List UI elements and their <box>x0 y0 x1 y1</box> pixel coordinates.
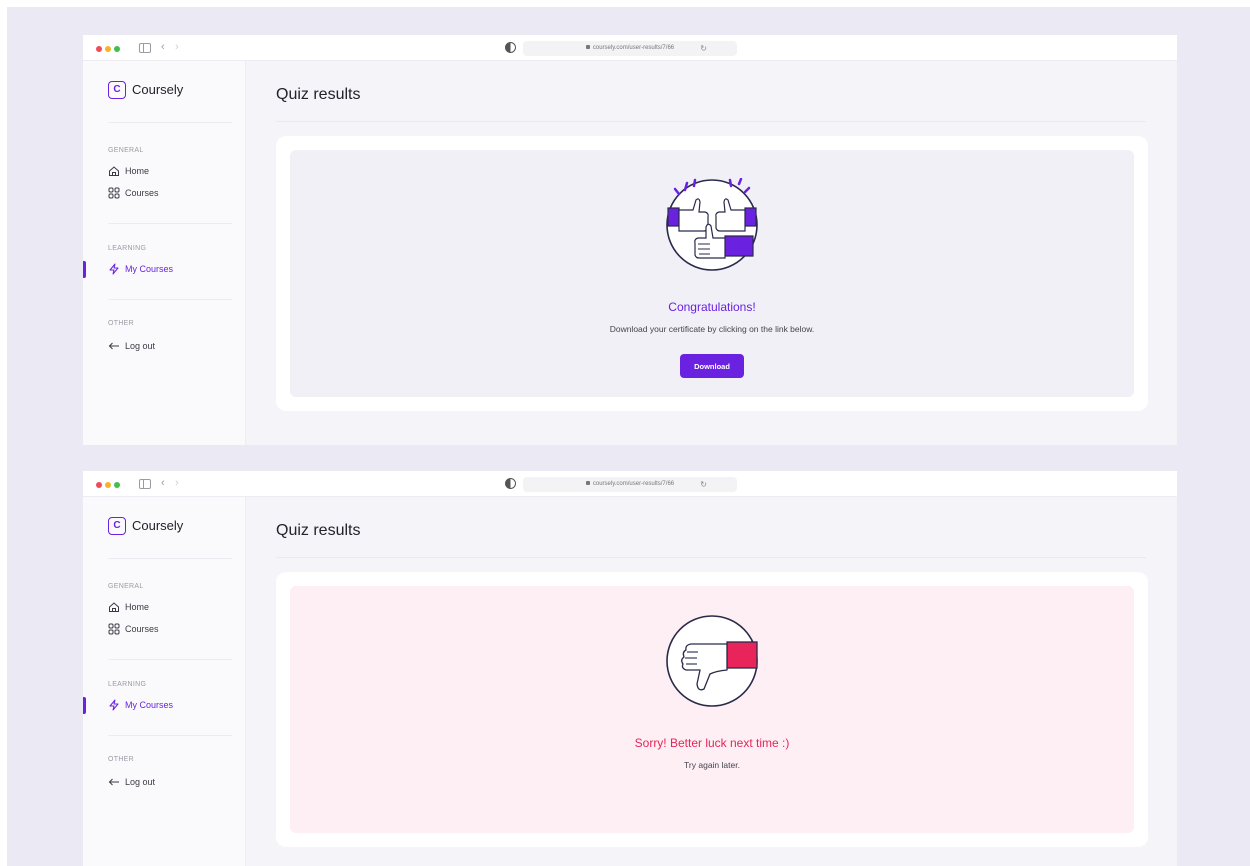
divider <box>276 121 1146 122</box>
url-text: coursely.com/user-results/7/66 <box>592 481 675 487</box>
main-content: Quiz results Sorry! Better luck next tim… <box>246 497 1177 866</box>
close-window-button[interactable] <box>96 46 102 52</box>
fail-heading: Sorry! Better luck next time :) <box>634 736 790 750</box>
section-label-learning: LEARNING <box>108 681 147 688</box>
logo-mark: C <box>108 516 126 535</box>
browser-window-fail: ‹ › coursely.com/user-results/7/66 ↻ C C… <box>83 471 1177 866</box>
divider <box>108 223 232 224</box>
sidebar-item-label: Courses <box>125 188 159 198</box>
arrow-left-icon <box>108 778 119 786</box>
sidebar-item-my-courses[interactable]: My Courses <box>108 699 173 711</box>
browser-window-success: ‹ › coursely.com/user-results/7/66 ↻ C C… <box>83 35 1177 445</box>
logo-text: Coursely <box>132 518 184 533</box>
sidebar-item-label: Home <box>125 602 150 612</box>
address-bar[interactable]: coursely.com/user-results/7/66 ↻ <box>523 477 737 492</box>
section-label-learning: LEARNING <box>108 245 147 252</box>
reload-icon[interactable]: ↻ <box>700 477 707 492</box>
result-card: Congratulations! Download your certifica… <box>276 136 1148 411</box>
divider <box>276 557 1146 558</box>
minimize-window-button[interactable] <box>105 46 111 52</box>
sidebar-item-label: Courses <box>125 624 159 634</box>
forward-arrow-icon[interactable]: › <box>175 40 179 54</box>
address-bar[interactable]: coursely.com/user-results/7/66 ↻ <box>523 41 737 56</box>
sidebar-toggle-icon[interactable] <box>139 43 151 53</box>
divider <box>108 558 232 559</box>
privacy-shield-icon[interactable] <box>505 478 516 489</box>
arrow-left-icon <box>108 342 119 350</box>
sidebar-item-my-courses[interactable]: My Courses <box>108 263 173 275</box>
divider <box>108 299 232 300</box>
download-button[interactable]: Download <box>680 354 744 378</box>
url-text: coursely.com/user-results/7/66 <box>592 45 675 51</box>
back-arrow-icon[interactable]: ‹ <box>161 40 165 54</box>
section-label-other: OTHER <box>108 756 134 763</box>
browser-toolbar: ‹ › coursely.com/user-results/7/66 ↻ <box>83 35 1177 61</box>
lightning-icon <box>109 699 119 711</box>
grid-icon <box>108 623 120 635</box>
logo-mark: C <box>108 80 126 99</box>
active-indicator <box>83 697 86 714</box>
page-title: Quiz results <box>276 522 361 539</box>
home-icon <box>109 602 119 612</box>
logo[interactable]: C Coursely <box>108 516 183 535</box>
sidebar-item-label: Home <box>125 166 150 176</box>
page-title: Quiz results <box>276 86 361 103</box>
sidebar-item-logout[interactable]: Log out <box>108 776 155 788</box>
sidebar: C Coursely GENERAL Home Courses LEARNING… <box>83 497 246 866</box>
sidebar: C Coursely GENERAL Home Courses LEARNING… <box>83 61 246 445</box>
lightning-icon <box>109 263 119 275</box>
divider <box>108 122 232 123</box>
sidebar-toggle-icon[interactable] <box>139 479 151 489</box>
sidebar-item-courses[interactable]: Courses <box>108 623 159 635</box>
back-arrow-icon[interactable]: ‹ <box>161 476 165 490</box>
logo[interactable]: C Coursely <box>108 80 183 99</box>
sidebar-item-label: Log out <box>125 777 156 787</box>
privacy-shield-icon[interactable] <box>505 42 516 53</box>
close-window-button[interactable] <box>96 482 102 488</box>
active-indicator <box>83 261 86 278</box>
browser-toolbar: ‹ › coursely.com/user-results/7/66 ↻ <box>83 471 1177 497</box>
section-label-general: GENERAL <box>108 583 144 590</box>
sidebar-item-logout[interactable]: Log out <box>108 340 155 352</box>
forward-arrow-icon[interactable]: › <box>175 476 179 490</box>
success-message: Download your certificate by clicking on… <box>609 324 815 334</box>
divider <box>108 735 232 736</box>
sidebar-item-label: Log out <box>125 341 156 351</box>
logo-text: Coursely <box>132 82 184 97</box>
minimize-window-button[interactable] <box>105 482 111 488</box>
sidebar-item-home[interactable]: Home <box>108 601 149 613</box>
sidebar-item-courses[interactable]: Courses <box>108 187 159 199</box>
result-card: Sorry! Better luck next time :) Try agai… <box>276 572 1148 847</box>
maximize-window-button[interactable] <box>114 46 120 52</box>
success-heading: Congratulations! <box>668 300 756 314</box>
main-content: Quiz results Congratulations! Download y… <box>246 61 1177 445</box>
section-label-other: OTHER <box>108 320 134 327</box>
sidebar-item-home[interactable]: Home <box>108 165 149 177</box>
maximize-window-button[interactable] <box>114 482 120 488</box>
home-icon <box>109 166 119 176</box>
lock-icon <box>585 45 590 50</box>
divider <box>108 659 232 660</box>
thumbs-down-icon <box>666 615 758 707</box>
result-panel-success: Congratulations! Download your certifica… <box>290 150 1134 397</box>
grid-icon <box>108 187 120 199</box>
result-panel-fail: Sorry! Better luck next time :) Try agai… <box>290 586 1134 833</box>
sidebar-item-label: My Courses <box>125 700 174 710</box>
sidebar-item-label: My Courses <box>125 264 174 274</box>
reload-icon[interactable]: ↻ <box>700 41 707 56</box>
section-label-general: GENERAL <box>108 147 144 154</box>
thumbs-up-icon <box>666 178 758 271</box>
lock-icon <box>585 481 590 486</box>
fail-message: Try again later. <box>684 760 740 770</box>
